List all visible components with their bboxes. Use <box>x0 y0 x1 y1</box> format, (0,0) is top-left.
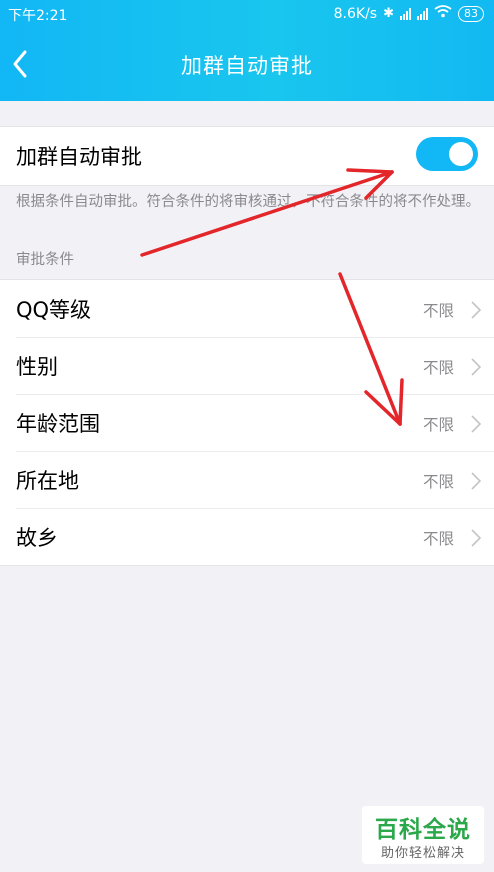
condition-label: 所在地 <box>16 469 79 493</box>
condition-row-location[interactable]: 所在地 不限 <box>0 451 494 508</box>
toggle-knob <box>449 142 473 166</box>
condition-label: 故乡 <box>16 526 58 550</box>
watermark-logo: 百科全说 助你轻松解决 <box>362 806 484 864</box>
chevron-right-icon <box>470 357 482 377</box>
page-title: 加群自动审批 <box>181 54 313 78</box>
section-label: 审批条件 <box>16 252 74 268</box>
condition-label: 年龄范围 <box>16 412 100 436</box>
condition-value: 不限 <box>422 530 454 548</box>
chevron-right-icon <box>470 300 482 320</box>
auto-approve-label: 加群自动审批 <box>16 145 142 169</box>
condition-value: 不限 <box>422 416 454 434</box>
condition-value: 不限 <box>422 302 454 320</box>
description-text: 根据条件自动审批。符合条件的将审核通过，不符合条件的将不作处理。 <box>16 194 480 210</box>
title-bar: 加群自动审批 <box>0 28 494 101</box>
wifi-icon <box>434 5 452 22</box>
signal-icon <box>400 7 411 20</box>
status-indicators: 8.6K/s ✱ 83 <box>334 5 484 22</box>
bluetooth-icon: ✱ <box>383 6 394 21</box>
network-speed: 8.6K/s <box>333 5 378 22</box>
status-bar: 下午2:21 8.6K/s ✱ 83 <box>0 0 494 28</box>
condition-value: 不限 <box>422 473 454 491</box>
condition-row-gender[interactable]: 性别 不限 <box>0 337 494 394</box>
condition-row-hometown[interactable]: 故乡 不限 <box>0 508 494 565</box>
conditions-list: QQ等级 不限 性别 不限 年龄范围 不限 所在地 不限 故乡 不限 <box>0 279 494 566</box>
condition-value: 不限 <box>422 359 454 377</box>
auto-approve-toggle[interactable] <box>416 137 478 171</box>
signal-icon-2 <box>417 7 428 20</box>
status-time: 下午2:21 <box>8 8 68 24</box>
app-header: 下午2:21 8.6K/s ✱ 83 加群自动审批 <box>0 0 494 101</box>
chevron-right-icon <box>470 414 482 434</box>
chevron-right-icon <box>470 471 482 491</box>
condition-row-qq-level[interactable]: QQ等级 不限 <box>0 280 494 337</box>
watermark-subtitle: 助你轻松解决 <box>380 846 465 861</box>
condition-row-age-range[interactable]: 年龄范围 不限 <box>0 394 494 451</box>
condition-label: QQ等级 <box>16 298 92 322</box>
battery-icon: 83 <box>458 5 484 22</box>
watermark-title: 百科全说 <box>375 817 471 843</box>
condition-label: 性别 <box>16 355 58 379</box>
chevron-right-icon <box>470 528 482 548</box>
